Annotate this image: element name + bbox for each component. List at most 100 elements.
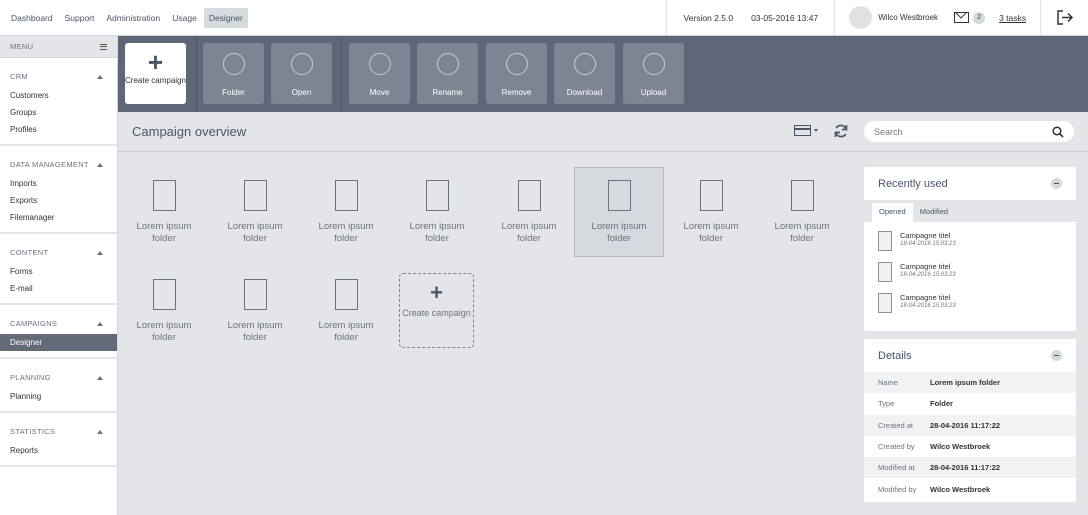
create-campaign-button[interactable]: + Create campaign [125,43,186,104]
collapse-icon[interactable] [1051,178,1062,189]
recent-item[interactable]: Campagne titel 18-04-2016 15:03:23 [864,231,1076,253]
detail-key: Created by [878,442,915,452]
nav-dashboard[interactable]: Dashboard [6,8,58,28]
nav-usage[interactable]: Usage [167,8,202,28]
folder-tile[interactable]: Lorem ipsum folder [210,167,300,257]
section-header[interactable]: STATISTICS [0,413,117,442]
section-title: CAMPAIGNS [10,319,58,328]
nav-designer[interactable]: Designer [203,7,248,28]
tab-modified[interactable]: Modified [913,203,955,222]
sidebar-item-filemanager[interactable]: Filemanager [0,209,117,226]
avatar[interactable] [849,6,873,29]
move-button[interactable]: Move [349,43,410,104]
folder-tile[interactable]: Lorem ipsum folder [666,167,756,257]
section-header[interactable]: PLANNING [0,359,117,388]
folder-tile[interactable]: Lorem ipsum folder [119,266,209,356]
caret-up-icon [97,250,103,255]
sidebar: MENU CRM Customers Groups Profiles DATA … [0,36,118,515]
recent-item-title: Campagne titel [900,231,951,240]
folder-tile[interactable]: Lorem ipsum folder [484,167,574,257]
folder-tile[interactable]: Lorem ipsum folder [119,167,209,257]
folder-label: Lorem ipsum folder [227,221,283,244]
view-mode-dropdown[interactable] [794,125,818,136]
upload-icon [642,53,665,75]
recent-item[interactable]: Campagne titel 18-04-2016 15:03:23 [864,293,1076,315]
folder-tile[interactable]: Lorem ipsum folder [392,167,482,257]
folder-label: Lorem ipsum folder [318,221,374,244]
upload-button[interactable]: Upload [623,43,684,104]
messages-button[interactable]: 2 [954,11,986,24]
create-campaign-tile[interactable]: + Create campaign [399,273,474,348]
folder-label: Lorem ipsum folder [591,221,647,244]
rename-button[interactable]: Rename [417,43,478,104]
recent-item-date: 18-04-2016 15:03:23 [900,272,956,278]
sidebar-section-content: CONTENT Forms E-mail [0,234,117,305]
detail-value: Folder [930,399,953,409]
refresh-button[interactable] [833,123,849,141]
sidebar-item-planning[interactable]: Planning [0,388,117,405]
user-name[interactable]: Wilco Westbroek [878,13,938,22]
hamburger-icon[interactable] [100,43,107,50]
detail-value: Wilco Westbroek [930,442,991,452]
folder-tile[interactable]: Lorem ipsum folder [301,167,391,257]
tasks-link[interactable]: 3 tasks [999,13,1026,23]
section-title: STATISTICS [10,427,56,436]
collapse-icon[interactable] [1051,350,1062,361]
sidebar-item-exports[interactable]: Exports [0,192,117,209]
version-info: Version 2.5.0 03-05-2016 13:47 [666,0,834,35]
sidebar-item-designer[interactable]: Designer [0,334,117,351]
menu-header: MENU [0,36,117,58]
section-title: CRM [10,72,28,81]
section-header[interactable]: CONTENT [0,234,117,263]
sidebar-item-forms[interactable]: Forms [0,263,117,280]
folder-tile[interactable]: Lorem ipsum folder [210,266,300,356]
sidebar-section-campaigns: CAMPAIGNS Designer [0,305,117,359]
folder-tile-selected[interactable]: Lorem ipsum folder [574,167,664,257]
panel-title: Recently used [878,177,948,190]
section-header[interactable]: CAMPAIGNS [0,305,117,334]
open-button[interactable]: Open [271,43,332,104]
content-header: Campaign overview [118,112,1088,152]
nav-support[interactable]: Support [60,8,100,28]
detail-key: Type [878,399,895,409]
version-label: Version 2.5.0 [683,12,734,23]
folder-icon [517,180,541,211]
search-icon[interactable] [1052,125,1064,138]
detail-row: Type Folder [864,393,1076,414]
sidebar-section-data-management: DATA MANAGEMENT Imports Exports Filemana… [0,146,117,234]
section-header[interactable]: CRM [0,58,117,87]
search-input[interactable] [874,126,1052,137]
chevron-down-icon [814,129,818,132]
folder-label: Lorem ipsum folder [501,221,557,244]
sidebar-section-planning: PLANNING Planning [0,359,117,413]
caret-up-icon [97,162,103,167]
folder-tile[interactable]: Lorem ipsum folder [301,266,391,356]
section-header[interactable]: DATA MANAGEMENT [0,146,117,175]
nav-administration[interactable]: Administration [101,8,165,28]
sidebar-item-customers[interactable]: Customers [0,87,117,104]
sidebar-item-reports[interactable]: Reports [0,442,117,459]
document-icon [878,293,892,313]
caret-up-icon [97,429,103,434]
menu-label: MENU [10,42,34,51]
remove-button[interactable]: Remove [486,43,547,104]
detail-key: Modified at [878,463,915,473]
open-icon [290,53,313,75]
download-button[interactable]: Download [554,43,615,104]
folder-button[interactable]: Folder [203,43,264,104]
sidebar-section-statistics: STATISTICS Reports [0,413,117,467]
detail-value: Wilco Westbroek [930,484,991,494]
sidebar-item-groups[interactable]: Groups [0,104,117,121]
sidebar-item-email[interactable]: E-mail [0,280,117,297]
detail-value: Lorem ipsum folder [930,378,1001,388]
recent-item-date: 18-04-2016 15:03:23 [900,303,956,309]
folder-tile[interactable]: Lorem ipsum folder [757,167,847,257]
recent-item[interactable]: Campagne titel 18-04-2016 15:03:23 [864,262,1076,284]
logout-button[interactable] [1040,0,1088,35]
sidebar-item-profiles[interactable]: Profiles [0,121,117,138]
move-icon [368,53,391,75]
user-area: Wilco Westbroek 2 3 tasks [834,0,1040,35]
tab-opened[interactable]: Opened [872,203,913,222]
create-campaign-label: Create campaign [125,76,186,85]
sidebar-item-imports[interactable]: Imports [0,175,117,192]
